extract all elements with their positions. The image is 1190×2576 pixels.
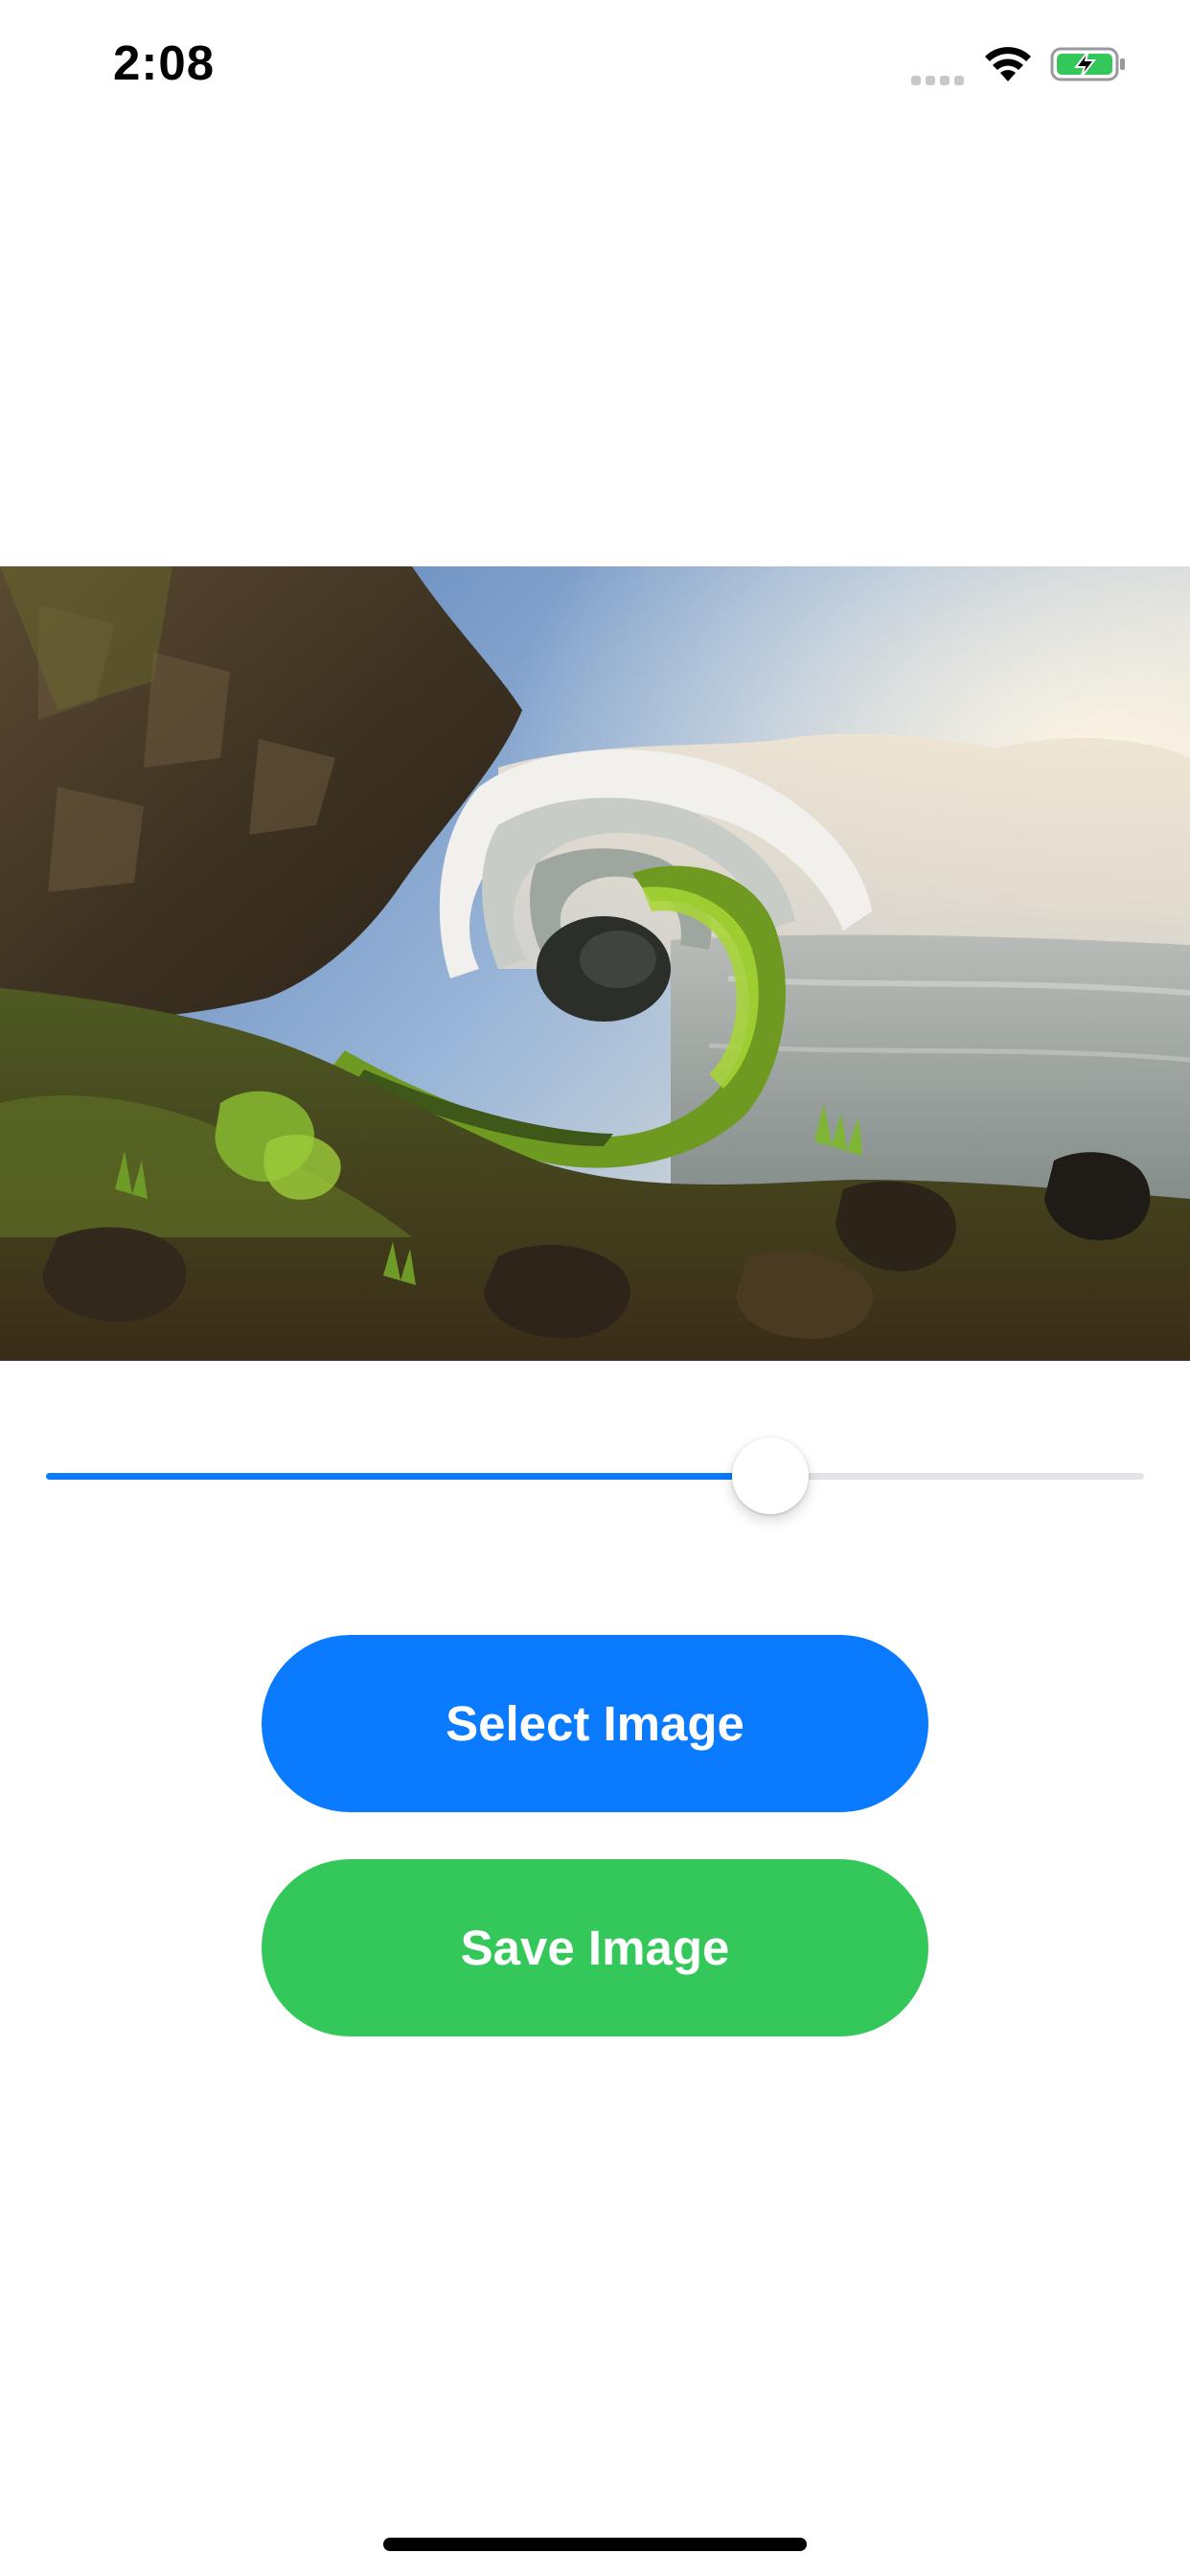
select-image-button[interactable]: Select Image	[262, 1635, 928, 1812]
status-time: 2:08	[113, 35, 216, 90]
twirl-photo	[0, 566, 1190, 1361]
signal-icon	[911, 43, 964, 85]
wifi-icon	[985, 47, 1031, 81]
save-image-button[interactable]: Save Image	[262, 1859, 928, 2036]
twirl-photo-graphic	[0, 566, 1190, 1361]
status-icons	[911, 42, 1127, 86]
twirl-slider[interactable]	[46, 1438, 1144, 1514]
battery-charging-icon	[1050, 47, 1125, 81]
slider-thumb[interactable]	[732, 1438, 809, 1514]
status-bar: 2:08	[0, 0, 1190, 126]
home-indicator	[383, 2538, 807, 2551]
slider-fill	[46, 1473, 770, 1480]
